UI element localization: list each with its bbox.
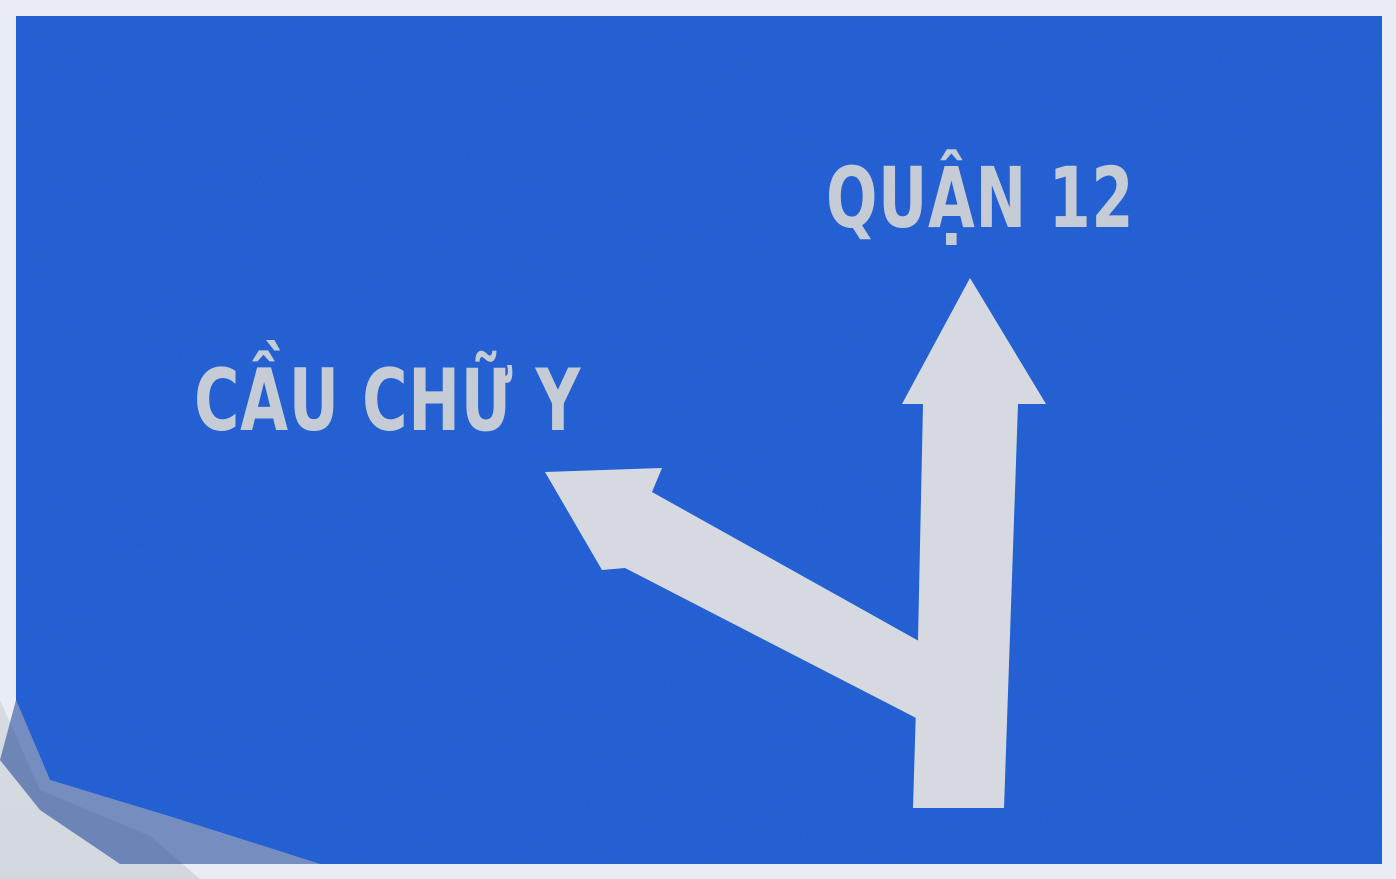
destination-straight-label: QUẬN 12 <box>826 149 1135 247</box>
photo-scene: CẦU CHỮ Y QUẬN 12 <box>0 0 1396 879</box>
destination-left-label: CẦU CHỮ Y <box>194 351 582 451</box>
